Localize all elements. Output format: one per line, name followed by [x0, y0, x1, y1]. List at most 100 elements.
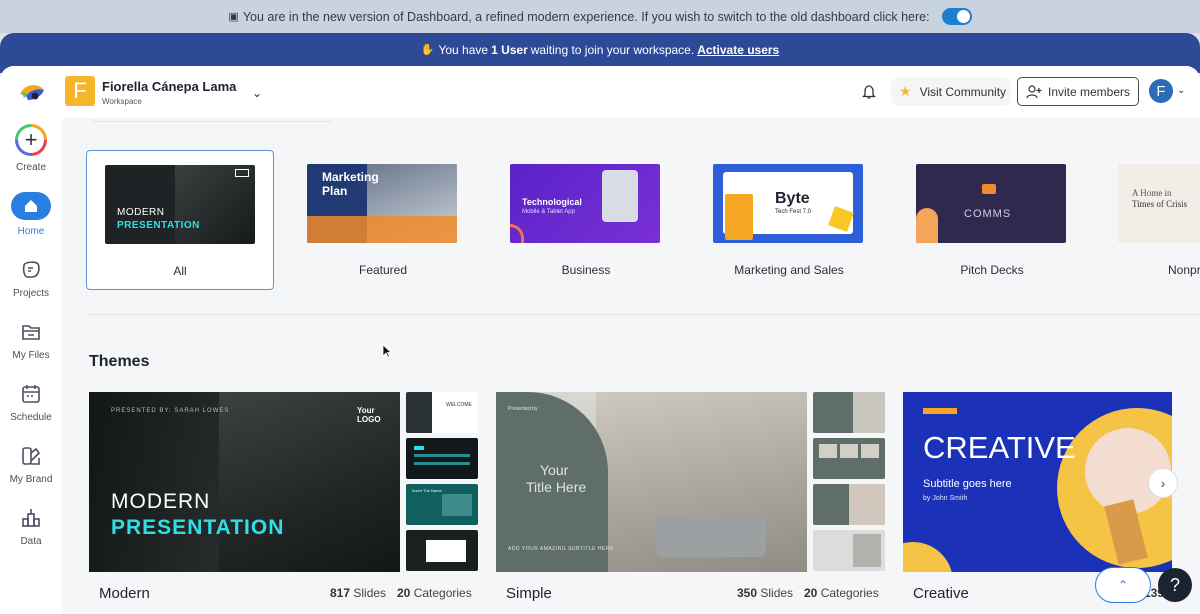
category-label: Featured	[358, 263, 408, 277]
category-label: Business	[561, 263, 611, 277]
user-banner-count: 1 User	[491, 43, 528, 57]
sidebar-item-home[interactable]: Home	[0, 192, 62, 237]
sidebar-item-create[interactable]: + Create	[0, 124, 62, 173]
top-header: F Fiorella Cánepa Lama Workspace ⌄ ★ Vis…	[62, 66, 1200, 118]
invite-members-button[interactable]: Invite members	[1017, 77, 1139, 106]
category-label: Pitch Decks	[960, 263, 1024, 277]
theme-author: by John Smith	[923, 495, 968, 502]
help-button[interactable]: ?	[1158, 568, 1192, 602]
sidebar-item-label: Data	[20, 536, 42, 547]
thumb-title: Byte	[775, 190, 810, 207]
sidebar-item-label: Projects	[12, 288, 50, 299]
thumb-subtitle: Mobile & Tablet App	[522, 209, 575, 215]
folder-icon	[22, 325, 40, 340]
dashboard-version-banner: ▣ You are in the new version of Dashboar…	[0, 0, 1200, 33]
thumb-title: COMMS	[964, 208, 1012, 220]
category-card-pitch-decks[interactable]: COMMS Pitch Decks	[898, 150, 1086, 290]
theme-preview-slide	[813, 484, 885, 525]
theme-subtitle: ADD YOUR AMAZING SUBTITLE HERE	[508, 546, 614, 552]
category-thumbnail: Byte Tech Fest 7.0	[713, 164, 863, 243]
sidebar-item-label: Create	[15, 162, 46, 173]
category-label: Nonpr	[1168, 263, 1200, 277]
category-card-marketing-and-sales[interactable]: Byte Tech Fest 7.0 Marketing and Sales	[695, 150, 883, 290]
plus-icon: +	[15, 124, 47, 156]
workspace-logo[interactable]: F	[65, 76, 95, 106]
category-card-nonprofit[interactable]: A Home in Times of Crisis Nonpr	[1100, 150, 1200, 290]
data-icon	[22, 509, 40, 527]
main-content: MODERN PRESENTATION All Marketing Plan F…	[62, 118, 1200, 614]
workspace-name[interactable]: Fiorella Cánepa Lama	[102, 79, 236, 94]
theme-preview-main: PRESENTED BY: SARAH LOWES Your LOGO MODE…	[89, 392, 400, 572]
sidebar-item-label: Home	[17, 226, 45, 237]
theme-slide-count: 817 Slides	[330, 586, 387, 600]
calendar-icon	[22, 385, 40, 403]
category-thumbnail: Technological Mobile & Tablet App	[510, 164, 660, 243]
theme-slide-count: 350 Slides	[737, 586, 794, 600]
theme-line-1: MODERN	[111, 490, 211, 513]
thumb-subtitle: PRESENTATION	[117, 220, 200, 231]
theme-name: Modern	[99, 585, 150, 602]
waving-hand-icon: ✋	[420, 44, 435, 56]
carousel-next-button[interactable]: ›	[1148, 468, 1178, 498]
sidebar-item-my-brand[interactable]: My Brand	[0, 444, 62, 485]
sidebar-item-data[interactable]: Data	[0, 506, 62, 547]
sidebar-item-my-files[interactable]: My Files	[0, 320, 62, 361]
activate-users-link[interactable]: Activate users	[697, 43, 779, 57]
theme-preview-slide	[406, 438, 478, 479]
theme-preview-main: CREATIVE Subtitle goes here by John Smit…	[903, 392, 1172, 572]
thumb-title: A Home in	[1132, 188, 1172, 198]
theme-name: Simple	[506, 585, 552, 602]
theme-preview-slide	[813, 392, 885, 433]
thumb-title: MODERN	[117, 207, 165, 218]
theme-preview-slide	[813, 438, 885, 479]
category-card-all[interactable]: MODERN PRESENTATION All	[86, 150, 274, 290]
sidebar-item-label: My Brand	[9, 474, 53, 485]
section-divider	[88, 314, 1200, 315]
thumb-title: Marketing	[322, 170, 379, 184]
theme-preview-slide	[406, 530, 478, 571]
chevron-down-icon[interactable]: ⌄	[1177, 85, 1185, 96]
theme-line-1: Your	[540, 462, 569, 478]
theme-subtitle: Subtitle goes here	[923, 478, 1012, 490]
presented-by-text: Presented by	[508, 406, 538, 412]
thumb-subtitle: Plan	[322, 184, 348, 198]
category-thumbnail: COMMS	[916, 164, 1066, 243]
theme-line-2: PRESENTATION	[111, 516, 285, 539]
add-user-icon	[1026, 84, 1042, 98]
sidebar-item-projects[interactable]: Projects	[0, 258, 62, 299]
category-thumbnail: MODERN PRESENTATION	[105, 165, 255, 244]
presented-by-text: PRESENTED BY: SARAH LOWES	[111, 408, 230, 414]
themes-heading: Themes	[89, 353, 150, 370]
banner-text: You are in the new version of Dashboard,…	[242, 9, 930, 24]
avatar[interactable]: F	[1149, 79, 1173, 103]
chevron-down-icon[interactable]: ⌄	[252, 86, 262, 100]
mouse-cursor-icon	[382, 344, 392, 358]
thumb-title: Technological	[522, 197, 582, 207]
category-card-featured[interactable]: Marketing Plan Featured	[289, 150, 477, 290]
workspace-subtitle: Workspace	[102, 97, 142, 106]
theme-preview-slide	[813, 530, 885, 571]
theme-category-count: 20 Categories	[397, 586, 472, 600]
sidebar-item-schedule[interactable]: Schedule	[0, 382, 62, 423]
bell-icon[interactable]	[862, 84, 876, 100]
dashboard-icon: ▣	[228, 11, 239, 23]
chevron-up-icon: ⌃	[1117, 578, 1129, 592]
category-label: All	[173, 264, 187, 278]
search-bar-remnant	[92, 118, 332, 122]
old-dashboard-toggle[interactable]	[941, 8, 972, 25]
sidebar-item-label: My Files	[12, 350, 50, 361]
thumb-subtitle: Tech Fest 7.0	[775, 209, 812, 215]
scroll-to-top-button[interactable]: ⌃	[1095, 567, 1151, 603]
theme-preview-slide: WELCOME	[406, 392, 478, 433]
theme-preview-main: Presented by Your Title Here ADD YOUR AM…	[496, 392, 807, 572]
category-thumbnail: A Home in Times of Crisis	[1118, 164, 1200, 243]
category-label: Marketing and Sales	[734, 263, 844, 277]
visit-community-button[interactable]: ★ Visit Community	[891, 77, 1011, 106]
user-banner-suffix: waiting to join your workspace.	[530, 43, 695, 57]
brand-icon	[22, 447, 41, 465]
welcome-text: WELCOME	[446, 402, 472, 408]
sidebar-item-label: Schedule	[10, 412, 52, 423]
user-banner-prefix: You have	[438, 43, 489, 57]
chevron-right-icon: ›	[1160, 475, 1166, 491]
category-card-business[interactable]: Technological Mobile & Tablet App Busine…	[492, 150, 680, 290]
